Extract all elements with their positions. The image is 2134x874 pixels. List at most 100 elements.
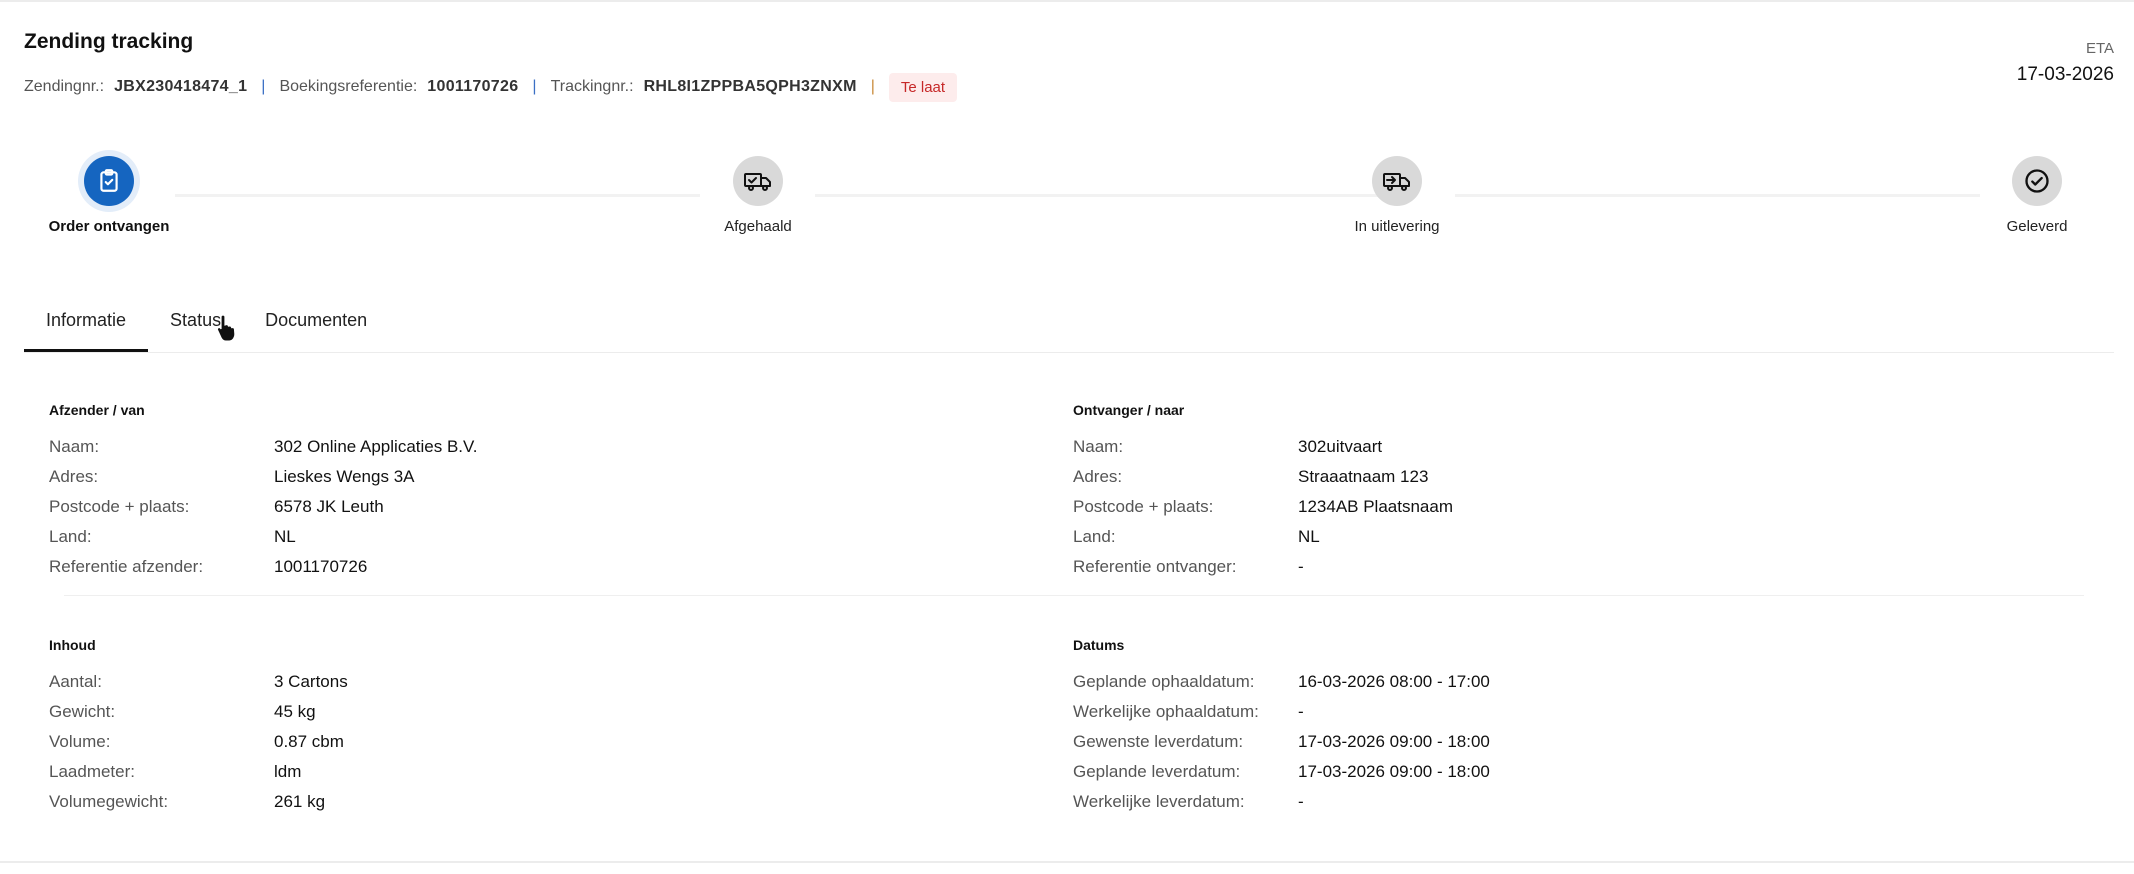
info-row: Land: NL: [49, 522, 478, 552]
info-row: Geplande leverdatum: 17-03-2026 09:00 - 1…: [1073, 757, 1490, 787]
info-row: Adres: Lieskes Wengs 3A: [49, 462, 478, 492]
info-value: -: [1298, 557, 1304, 576]
progress-step-delivered: Geleverd: [1937, 150, 2134, 235]
contents-section: Inhoud Aantal: 3 Cartons Gewicht: 45 kg Vo…: [49, 637, 348, 817]
info-label: Adres:: [1073, 467, 1123, 486]
section-divider: [64, 595, 2084, 596]
info-label: Werkelijke leverdatum:: [1073, 792, 1245, 811]
info-label: Geplande leverdatum:: [1073, 762, 1241, 781]
info-label: Gewenste leverdatum:: [1073, 732, 1244, 751]
progress-step-order-received: Order ontvangen: [9, 150, 209, 235]
shipment-number-label: Zendingnr.:: [24, 78, 105, 95]
progress-step-out-for-delivery: In uitlevering: [1297, 150, 1497, 235]
info-row: Volumegewicht: 261 kg: [49, 787, 348, 817]
info-label: Volume:: [49, 732, 111, 751]
status-badge: Te laat: [888, 72, 958, 102]
info-row: Gewicht: 45 kg: [49, 697, 348, 727]
info-value: 0.87 cbm: [274, 732, 344, 751]
info-label: Referentie ontvanger:: [1073, 557, 1237, 576]
info-label: Laadmeter:: [49, 762, 135, 781]
info-row: Gewenste leverdatum: 17-03-2026 09:00 - 1…: [1073, 727, 1490, 757]
info-label: Werkelijke ophaaldatum:: [1073, 702, 1259, 721]
dates-section: Datums Geplande ophaaldatum: 16-03-2026 0…: [1073, 637, 1490, 817]
progress-step-label: Geleverd: [2006, 218, 2068, 235]
info-label: Adres:: [49, 467, 99, 486]
progress-step-label: In uitlevering: [1354, 218, 1440, 235]
info-row: Postcode + plaats: 6578 JK Leuth: [49, 492, 478, 522]
eta-label: ETA: [2085, 40, 2114, 57]
tab-informatie[interactable]: Informatie: [24, 300, 149, 352]
info-value: 302uitvaart: [1298, 437, 1383, 456]
shipment-progress: Order ontvangen Afgehaald In uitlevering: [0, 150, 2134, 240]
info-row: Naam: 302uitvaart: [1073, 432, 1453, 462]
info-value: 6578 JK Leuth: [274, 497, 384, 516]
info-value: 17-03-2026 09:00 - 18:00: [1298, 732, 1490, 751]
info-value: 261 kg: [274, 792, 326, 811]
receiver-heading: Ontvanger / naar: [1073, 402, 1185, 418]
info-value: 45 kg: [274, 702, 316, 721]
info-label: Postcode + plaats:: [49, 497, 190, 516]
sender-section: Afzender / van Naam: 302 Online Applicati…: [49, 402, 478, 582]
info-value: 1234AB Plaatsnaam: [1298, 497, 1453, 516]
info-row: Laadmeter: ldm: [49, 757, 348, 787]
info-value: 302 Online Applicaties B.V.: [274, 437, 478, 456]
info-label: Volumegewicht:: [49, 792, 169, 811]
shipment-number-value: JBX230418474_1: [114, 78, 248, 95]
booking-reference-value: 1001170726: [427, 78, 519, 95]
info-row: Aantal: 3 Cartons: [49, 667, 348, 697]
shipment-meta: Zendingnr.: JBX230418474_1 | Boekingsref…: [24, 72, 958, 102]
delivery-truck-icon: [1372, 156, 1422, 206]
info-value: -: [1298, 792, 1304, 811]
info-value: 3 Cartons: [274, 672, 348, 691]
progress-connector: [1455, 194, 1980, 197]
tracking-number-value: RHL8I1ZPPBA5QPH3ZNXM: [643, 78, 857, 95]
separator: |: [870, 78, 875, 95]
info-label: Postcode + plaats:: [1073, 497, 1214, 516]
tracking-number-label: Trackingnr.:: [550, 78, 634, 95]
booking-reference-label: Boekingsreferentie:: [279, 78, 418, 95]
separator: |: [532, 78, 537, 95]
info-row: Postcode + plaats: 1234AB Plaatsnaam: [1073, 492, 1453, 522]
separator: |: [261, 78, 266, 95]
tab-bar: Informatie Status Documenten: [24, 300, 2114, 353]
info-row: Referentie afzender: 1001170726: [49, 552, 478, 582]
truck-check-icon: [733, 156, 783, 206]
info-row: Geplande ophaaldatum: 16-03-2026 08:00 - …: [1073, 667, 1490, 697]
info-value: ldm: [274, 762, 302, 781]
contents-heading: Inhoud: [49, 637, 96, 653]
info-label: Gewicht:: [49, 702, 116, 721]
top-border: [0, 0, 2134, 2]
info-label: Land:: [49, 527, 92, 546]
info-label: Geplande ophaaldatum:: [1073, 672, 1255, 691]
hand-cursor-icon: [216, 314, 236, 342]
info-row: Volume: 0.87 cbm: [49, 727, 348, 757]
page-title: Zending tracking: [24, 30, 194, 53]
info-label: Naam:: [49, 437, 100, 456]
check-circle-icon: [2012, 156, 2062, 206]
tab-documenten[interactable]: Documenten: [243, 300, 389, 352]
info-value: NL: [274, 527, 296, 546]
info-value: -: [1298, 702, 1304, 721]
sender-heading: Afzender / van: [49, 402, 145, 418]
progress-connector: [175, 194, 700, 197]
info-value: Straaatnaam 123: [1298, 467, 1429, 486]
info-value: 1001170726: [274, 557, 368, 576]
info-value: NL: [1298, 527, 1320, 546]
info-row: Adres: Straaatnaam 123: [1073, 462, 1453, 492]
info-value: Lieskes Wengs 3A: [274, 467, 415, 486]
progress-step-label: Order ontvangen: [48, 218, 170, 235]
clipboard-check-icon: [84, 156, 134, 206]
info-value: 16-03-2026 08:00 - 17:00: [1298, 672, 1490, 691]
info-label: Referentie afzender:: [49, 557, 204, 576]
info-label: Aantal:: [49, 672, 102, 691]
info-row: Werkelijke leverdatum: -: [1073, 787, 1490, 817]
progress-step-label: Afgehaald: [724, 218, 792, 235]
info-label: Naam:: [1073, 437, 1124, 456]
info-row: Naam: 302 Online Applicaties B.V.: [49, 432, 478, 462]
info-row: Referentie ontvanger: -: [1073, 552, 1453, 582]
info-row: Werkelijke ophaaldatum: -: [1073, 697, 1490, 727]
info-value: 17-03-2026 09:00 - 18:00: [1298, 762, 1490, 781]
info-row: Land: NL: [1073, 522, 1453, 552]
dates-heading: Datums: [1073, 637, 1125, 653]
info-label: Land:: [1073, 527, 1116, 546]
